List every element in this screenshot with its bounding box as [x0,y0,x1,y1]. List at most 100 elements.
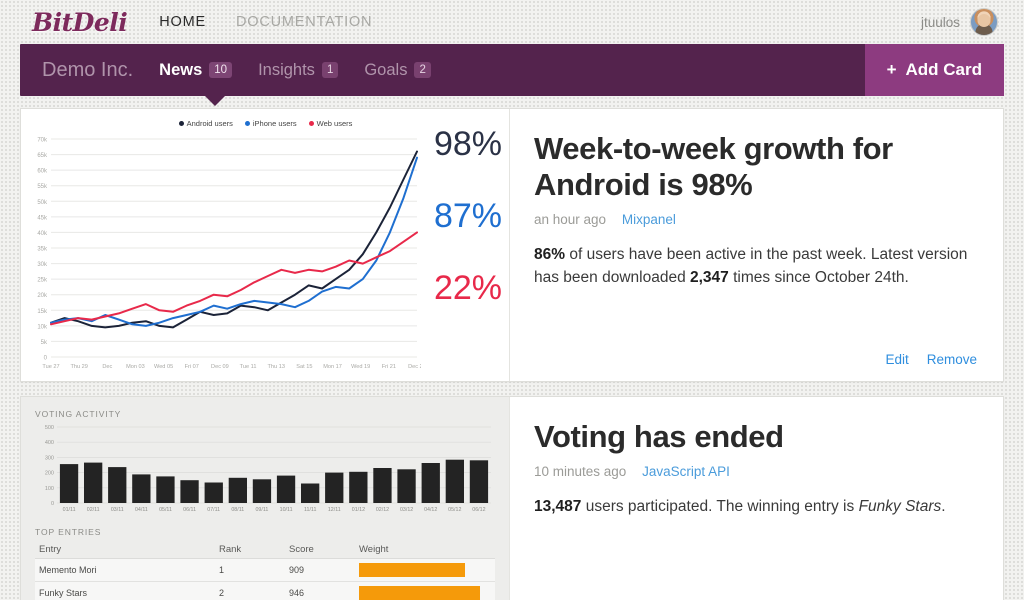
svg-text:05/12: 05/12 [448,507,461,513]
svg-text:02/11: 02/11 [87,507,100,513]
bitdeli-logo[interactable]: BitDeli [32,8,128,37]
card-body: 86% of users have been active in the pas… [534,245,968,287]
svg-text:Dec 09: Dec 09 [211,364,229,370]
svg-text:10/11: 10/11 [280,507,293,513]
svg-text:01/11: 01/11 [63,507,76,513]
nav-link-documentation[interactable]: DOCUMENTATION [236,14,372,30]
cell-score: 909 [285,558,355,582]
username-label: jtuulos [920,14,960,30]
svg-text:Wed 19: Wed 19 [351,364,370,370]
svg-text:20k: 20k [37,293,48,299]
card-meta: an hour ago Mixpanel [534,212,977,227]
card-actions: Edit Remove [534,340,977,367]
card-content-voting: Voting has ended 10 minutes ago JavaScri… [510,397,1003,600]
card-content-android-growth: Week-to-week growth for Android is 98% a… [510,109,1003,381]
svg-text:35k: 35k [37,247,48,253]
legend-item-iphone: iPhone users [244,119,297,128]
percent-android: 98% [433,125,502,163]
context-bar: Demo Inc. News 10 Insights 1 Goals 2 + A… [20,44,1004,106]
org-selector[interactable]: Demo Inc. [42,59,133,82]
tab-insights-badge: 1 [321,61,339,79]
svg-text:50k: 50k [37,200,48,206]
svg-text:Fri 21: Fri 21 [382,364,396,370]
svg-text:12/11: 12/11 [328,507,341,513]
cell-rank: 1 [215,558,285,582]
svg-text:200: 200 [45,471,54,477]
svg-text:30k: 30k [37,262,48,268]
col-score: Score [285,541,355,559]
card-visual-line-chart: Android users iPhone users Web users 0 5k… [21,109,510,381]
card-body: 13,487 users participated. The winning e… [534,497,946,515]
top-entries-table: Entry Rank Score Weight Memento Mori 1 909… [35,541,495,600]
table-row: Memento Mori 1 909 [35,558,495,582]
svg-text:Tue 27: Tue 27 [42,364,59,370]
svg-text:07/11: 07/11 [207,507,220,513]
svg-text:06/12: 06/12 [472,507,485,513]
cell-weight [355,581,495,600]
card-android-growth: Android users iPhone users Web users 0 5k… [20,108,1004,382]
edit-link[interactable]: Edit [885,352,908,367]
add-card-button[interactable]: + Add Card [864,44,1004,96]
card-voting-ended: VOTING ACTIVITY 0 100 200 300 400 500 01/11 02/… [20,396,1004,600]
tab-insights[interactable]: Insights 1 [258,60,339,80]
percent-callouts: 98% 87% 22% [406,127,502,343]
top-entries-label: TOP ENTRIES [35,527,102,537]
svg-text:Mon 17: Mon 17 [323,364,342,370]
svg-text:05/11: 05/11 [159,507,172,513]
plus-icon: + [886,60,897,79]
weight-bar [359,586,481,600]
svg-text:06/11: 06/11 [183,507,196,513]
card-meta: 10 minutes ago JavaScript API [534,464,977,479]
col-weight: Weight [355,541,495,559]
tab-insights-label: Insights [258,60,315,79]
user-menu[interactable]: jtuulos [921,8,1004,36]
card-source-link[interactable]: JavaScript API [642,464,730,479]
col-rank: Rank [215,541,285,559]
svg-text:55k: 55k [37,184,48,190]
remove-link[interactable]: Remove [927,352,977,367]
svg-text:40k: 40k [37,231,48,237]
svg-text:03/12: 03/12 [400,507,413,513]
top-navigation-bar: BitDeli HOME DOCUMENTATION jtuulos [0,0,1024,44]
svg-text:5k: 5k [41,340,48,346]
cell-rank: 2 [215,581,285,600]
svg-text:Thu 13: Thu 13 [268,364,285,370]
active-tab-notch [204,95,226,106]
cell-entry: Funky Stars [35,581,215,600]
svg-text:Fri 07: Fri 07 [185,364,199,370]
percent-iphone: 87% [433,197,502,235]
svg-text:70k: 70k [37,138,48,144]
cell-entry: Memento Mori [35,558,215,582]
svg-text:400: 400 [45,440,54,446]
tab-goals-label: Goals [364,60,408,79]
percent-web: 22% [433,269,502,307]
line-chart-svg: 0 5k 10k 15k 20k 25k 30k 35k 40k 45k 50k 55k 60k 65k 7… [37,138,421,371]
avatar[interactable] [970,8,998,36]
svg-text:04/11: 04/11 [135,507,148,513]
svg-text:01/12: 01/12 [352,507,365,513]
weight-bar [359,563,465,577]
svg-text:11/11: 11/11 [304,507,317,513]
col-entry: Entry [35,541,215,559]
svg-text:03/11: 03/11 [111,507,124,513]
card-title: Voting has ended [534,419,784,454]
legend-item-web: Web users [308,119,352,128]
svg-text:09/11: 09/11 [255,507,268,513]
svg-text:25k: 25k [37,278,48,284]
svg-text:Thu 29: Thu 29 [70,364,87,370]
svg-text:Mon 03: Mon 03 [126,364,145,370]
card-title: Week-to-week growth for Android is 98% [534,131,893,202]
svg-text:02/12: 02/12 [376,507,389,513]
card-timestamp: an hour ago [534,211,607,227]
svg-text:60k: 60k [37,169,48,175]
svg-text:300: 300 [45,455,54,461]
tab-news[interactable]: News 10 [159,61,233,80]
svg-text:500: 500 [45,425,54,431]
svg-text:65k: 65k [37,153,48,159]
tab-news-badge: 10 [209,61,233,79]
tab-goals[interactable]: Goals 2 [364,61,431,80]
card-source-link[interactable]: Mixpanel [622,212,676,227]
svg-text:15k: 15k [37,309,48,315]
svg-text:Sat 15: Sat 15 [296,364,312,370]
nav-link-home[interactable]: HOME [159,14,206,30]
